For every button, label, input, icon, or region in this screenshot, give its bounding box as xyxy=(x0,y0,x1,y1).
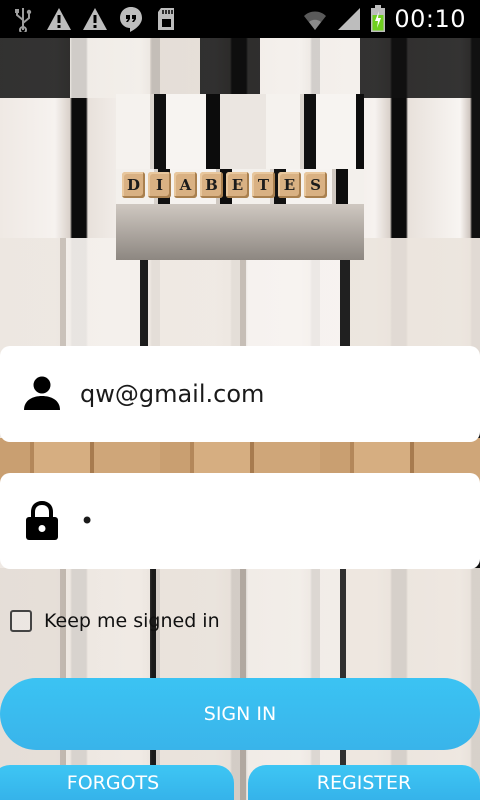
lock-icon xyxy=(26,501,58,540)
diabetes-logo-image: D I A B E T E S xyxy=(116,94,364,260)
status-bar: 00:10 xyxy=(0,0,480,38)
sign-in-button[interactable]: SIGN IN xyxy=(0,678,480,750)
keep-signed-in[interactable]: Keep me signed in xyxy=(10,610,220,632)
wifi-icon xyxy=(304,11,327,30)
usb-icon xyxy=(15,8,32,32)
logo-die: D xyxy=(122,172,145,198)
warning-icon xyxy=(47,8,71,30)
logo-sugar-cubes xyxy=(116,94,364,169)
person-icon xyxy=(24,376,60,410)
keep-signed-in-checkbox[interactable] xyxy=(10,610,32,632)
sd-card-icon xyxy=(158,8,174,30)
password-input[interactable]: • xyxy=(80,507,440,535)
logo-die: I xyxy=(148,172,171,198)
logo-die: S xyxy=(304,172,327,198)
logo-die: E xyxy=(278,172,301,198)
password-field[interactable]: • xyxy=(0,473,480,569)
logo-die: E xyxy=(226,172,249,198)
status-bar-system: 00:10 xyxy=(302,5,480,33)
email-field[interactable] xyxy=(0,346,480,442)
logo-die: T xyxy=(252,172,275,198)
clock: 00:10 xyxy=(394,5,466,33)
keep-signed-in-label: Keep me signed in xyxy=(44,610,220,632)
forgot-password-button[interactable]: FORGOTS xyxy=(0,765,234,800)
logo-die: B xyxy=(200,172,223,198)
logo-dice-row: D I A B E T E S xyxy=(122,172,327,198)
register-button[interactable]: REGISTER xyxy=(248,765,480,800)
status-bar-notifications xyxy=(0,6,180,32)
battery-charging-icon xyxy=(371,5,386,32)
email-input[interactable] xyxy=(80,380,440,408)
background-sugar-cubes-top xyxy=(0,38,480,98)
warning-icon xyxy=(83,8,107,30)
hangouts-icon xyxy=(120,7,142,32)
logo-table-reflection xyxy=(116,204,364,260)
logo-die: A xyxy=(174,172,197,198)
signal-icon xyxy=(338,8,361,30)
